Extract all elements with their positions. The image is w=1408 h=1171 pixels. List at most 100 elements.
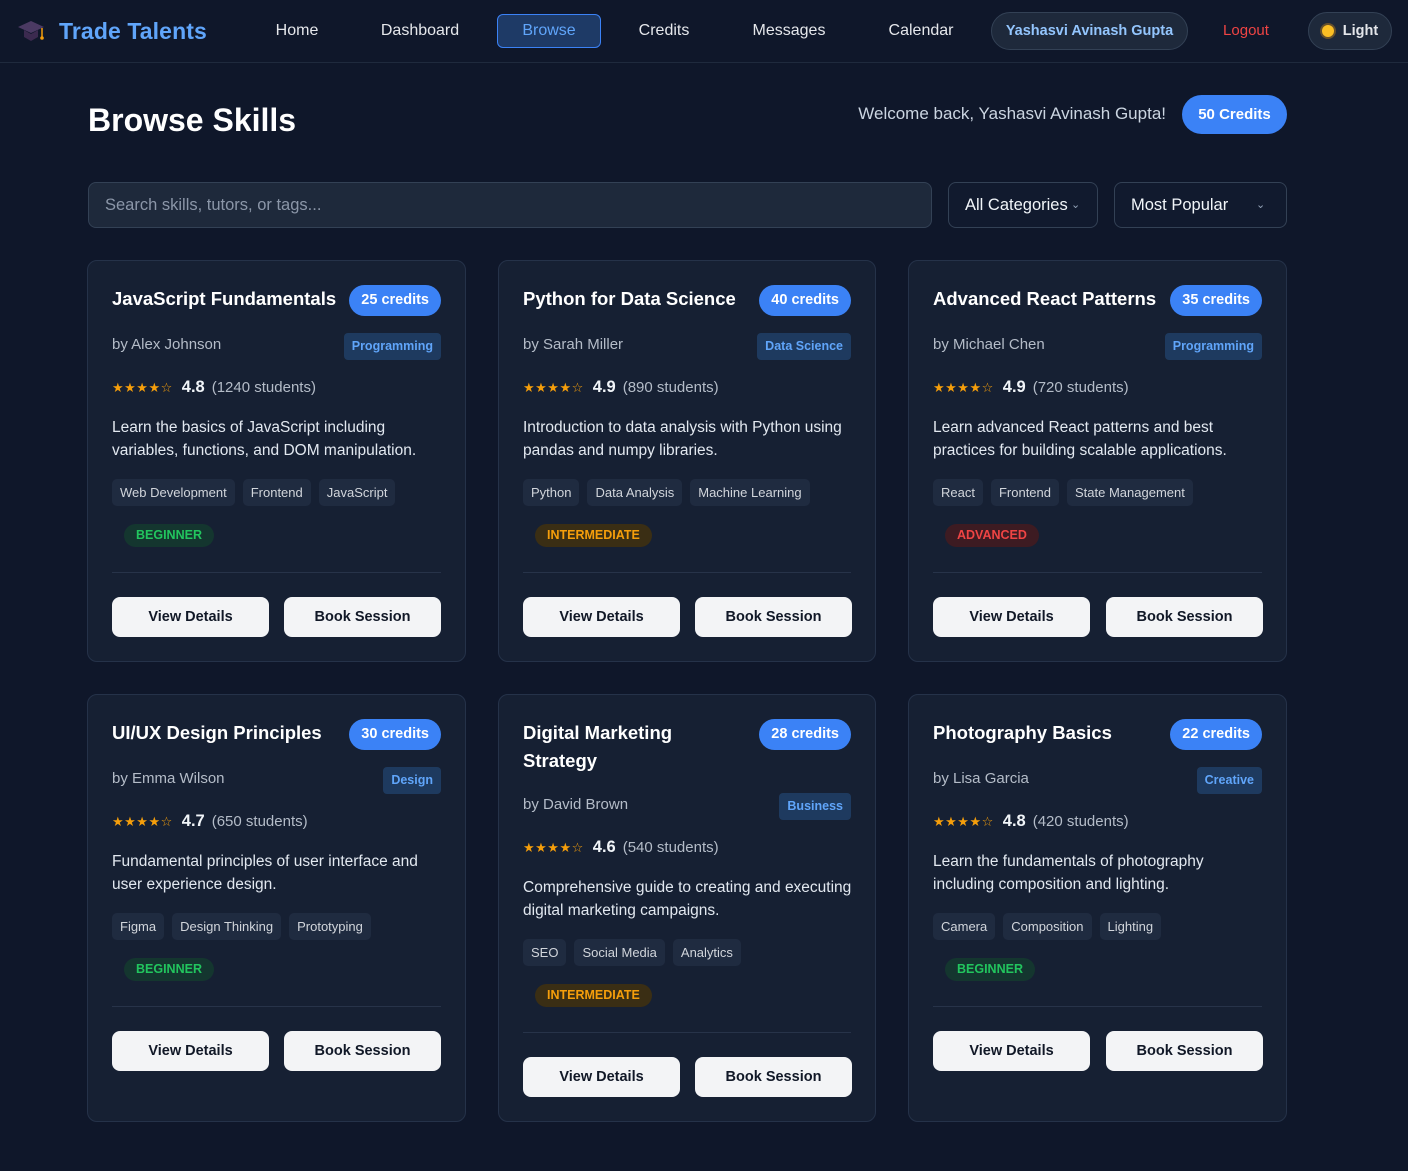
brand-name: Trade Talents xyxy=(59,17,207,44)
rating-row: ★★★★☆ 4.8 (420 students) xyxy=(933,812,1129,831)
rating-row: ★★★★☆ 4.7 (650 students) xyxy=(112,812,308,831)
tag[interactable]: JavaScript xyxy=(318,479,396,506)
student-count: (540 students) xyxy=(622,839,719,856)
tag-list: SEO Social Media Analytics xyxy=(523,939,741,966)
nav-calendar[interactable]: Calendar xyxy=(876,14,966,48)
star-rating-icon: ★★★★☆ xyxy=(933,380,994,395)
tag[interactable]: Web Development xyxy=(112,479,235,506)
divider xyxy=(112,1006,441,1007)
skill-credits-badge: 35 credits xyxy=(1170,285,1262,316)
rating-value: 4.6 xyxy=(592,838,616,856)
skill-card: Advanced React Patterns 35 credits by Mi… xyxy=(908,260,1287,662)
brand[interactable]: Trade Talents xyxy=(16,14,207,48)
nav-messages[interactable]: Messages xyxy=(740,14,838,48)
skill-description: Introduction to data analysis with Pytho… xyxy=(523,419,842,459)
tag[interactable]: Composition xyxy=(1003,913,1092,940)
category-badge: Data Science xyxy=(757,333,851,360)
top-nav: Trade Talents Home Dashboard Browse Cred… xyxy=(0,0,1408,63)
nav-credits[interactable]: Credits xyxy=(627,14,701,48)
tag[interactable]: Data Analysis xyxy=(587,479,683,506)
skill-credits-badge: 30 credits xyxy=(349,719,441,750)
tag[interactable]: Machine Learning xyxy=(690,479,810,506)
tag[interactable]: Design Thinking xyxy=(172,913,282,940)
skill-description: Learn the fundamentals of photography in… xyxy=(933,853,1204,893)
student-count: (890 students) xyxy=(622,379,719,396)
tag[interactable]: Frontend xyxy=(990,479,1060,506)
tag[interactable]: SEO xyxy=(523,939,567,966)
tag[interactable]: Lighting xyxy=(1099,913,1162,940)
search-input[interactable] xyxy=(88,182,932,228)
tag-list: React Frontend State Management xyxy=(933,479,1193,506)
view-details-button[interactable]: View Details xyxy=(523,1057,680,1097)
tutor-name: by Sarah Miller xyxy=(523,336,624,353)
rating-value: 4.9 xyxy=(592,378,616,396)
divider xyxy=(933,572,1262,573)
tag[interactable]: Camera xyxy=(933,913,996,940)
welcome-message: Welcome back, Yashasvi Avinash Gupta! xyxy=(858,104,1166,123)
skill-title[interactable]: Python for Data Science xyxy=(523,285,736,313)
tag[interactable]: Frontend xyxy=(242,479,311,506)
tag-list: Web Development Frontend JavaScript xyxy=(112,479,396,506)
view-details-button[interactable]: View Details xyxy=(112,1031,269,1071)
view-details-button[interactable]: View Details xyxy=(523,597,680,637)
tutor-name: by Michael Chen xyxy=(933,336,1045,353)
skill-credits-badge: 22 credits xyxy=(1170,719,1262,750)
skill-card: Photography Basics 22 credits by Lisa Ga… xyxy=(908,694,1287,1122)
skill-title[interactable]: JavaScript Fundamentals xyxy=(112,285,336,313)
skill-card: JavaScript Fundamentals 25 credits by Al… xyxy=(87,260,466,662)
book-session-button[interactable]: Book Session xyxy=(284,1031,441,1071)
credits-balance-badge[interactable]: 50 Credits xyxy=(1182,95,1287,134)
star-rating-icon: ★★★★☆ xyxy=(112,814,173,829)
book-session-button[interactable]: Book Session xyxy=(695,1057,852,1097)
book-session-button[interactable]: Book Session xyxy=(695,597,852,637)
book-session-button[interactable]: Book Session xyxy=(1106,597,1263,637)
tag-list: Python Data Analysis Machine Learning xyxy=(523,479,810,506)
tag[interactable]: Figma xyxy=(112,913,165,940)
skill-title[interactable]: Photography Basics xyxy=(933,719,1112,747)
tag[interactable]: Python xyxy=(523,479,580,506)
view-details-button[interactable]: View Details xyxy=(933,597,1090,637)
tutor-name: by Alex Johnson xyxy=(112,336,222,353)
logout-link[interactable]: Logout xyxy=(1212,14,1280,48)
tag[interactable]: Prototyping xyxy=(289,913,371,940)
tag[interactable]: Social Media xyxy=(574,939,665,966)
skill-title[interactable]: UI/UX Design Principles xyxy=(112,719,322,747)
level-badge: BEGINNER xyxy=(124,958,214,981)
skill-credits-badge: 28 credits xyxy=(759,719,851,750)
skill-card: Digital Marketing Strategy 28 credits by… xyxy=(498,694,876,1122)
view-details-button[interactable]: View Details xyxy=(933,1031,1090,1071)
skill-title[interactable]: Advanced React Patterns xyxy=(933,285,1156,313)
user-menu-button[interactable]: Yashasvi Avinash Gupta xyxy=(991,12,1188,50)
tag[interactable]: Analytics xyxy=(672,939,741,966)
category-select[interactable]: All Categories ⌄ xyxy=(948,182,1098,228)
tag[interactable]: React xyxy=(933,479,983,506)
student-count: (650 students) xyxy=(211,813,308,830)
student-count: (720 students) xyxy=(1032,379,1129,396)
tag-list: Figma Design Thinking Prototyping xyxy=(112,913,371,940)
view-details-button[interactable]: View Details xyxy=(112,597,269,637)
rating-row: ★★★★☆ 4.8 (1240 students) xyxy=(112,378,316,397)
skill-credits-badge: 25 credits xyxy=(349,285,441,316)
category-badge: Programming xyxy=(1164,333,1262,360)
book-session-button[interactable]: Book Session xyxy=(1106,1031,1263,1071)
rating-value: 4.9 xyxy=(1002,378,1026,396)
level-badge: BEGINNER xyxy=(945,958,1035,981)
student-count: (1240 students) xyxy=(211,379,316,396)
category-badge: Programming xyxy=(343,333,441,360)
tag-list: Camera Composition Lighting xyxy=(933,913,1162,940)
book-session-button[interactable]: Book Session xyxy=(284,597,441,637)
divider xyxy=(933,1006,1262,1007)
divider xyxy=(112,572,441,573)
tutor-name: by Lisa Garcia xyxy=(933,770,1029,787)
nav-browse[interactable]: Browse xyxy=(497,14,601,48)
theme-toggle-button[interactable]: Light xyxy=(1308,12,1392,50)
category-badge: Design xyxy=(383,767,441,794)
rating-row: ★★★★☆ 4.6 (540 students) xyxy=(523,838,719,857)
rating-value: 4.7 xyxy=(181,812,205,830)
nav-home[interactable]: Home xyxy=(263,14,331,48)
nav-dashboard[interactable]: Dashboard xyxy=(366,14,474,48)
tag[interactable]: State Management xyxy=(1067,479,1193,506)
sort-select[interactable]: Most Popular ⌄ xyxy=(1114,182,1287,228)
divider xyxy=(523,572,851,573)
skill-title[interactable]: Digital Marketing Strategy xyxy=(523,719,723,775)
